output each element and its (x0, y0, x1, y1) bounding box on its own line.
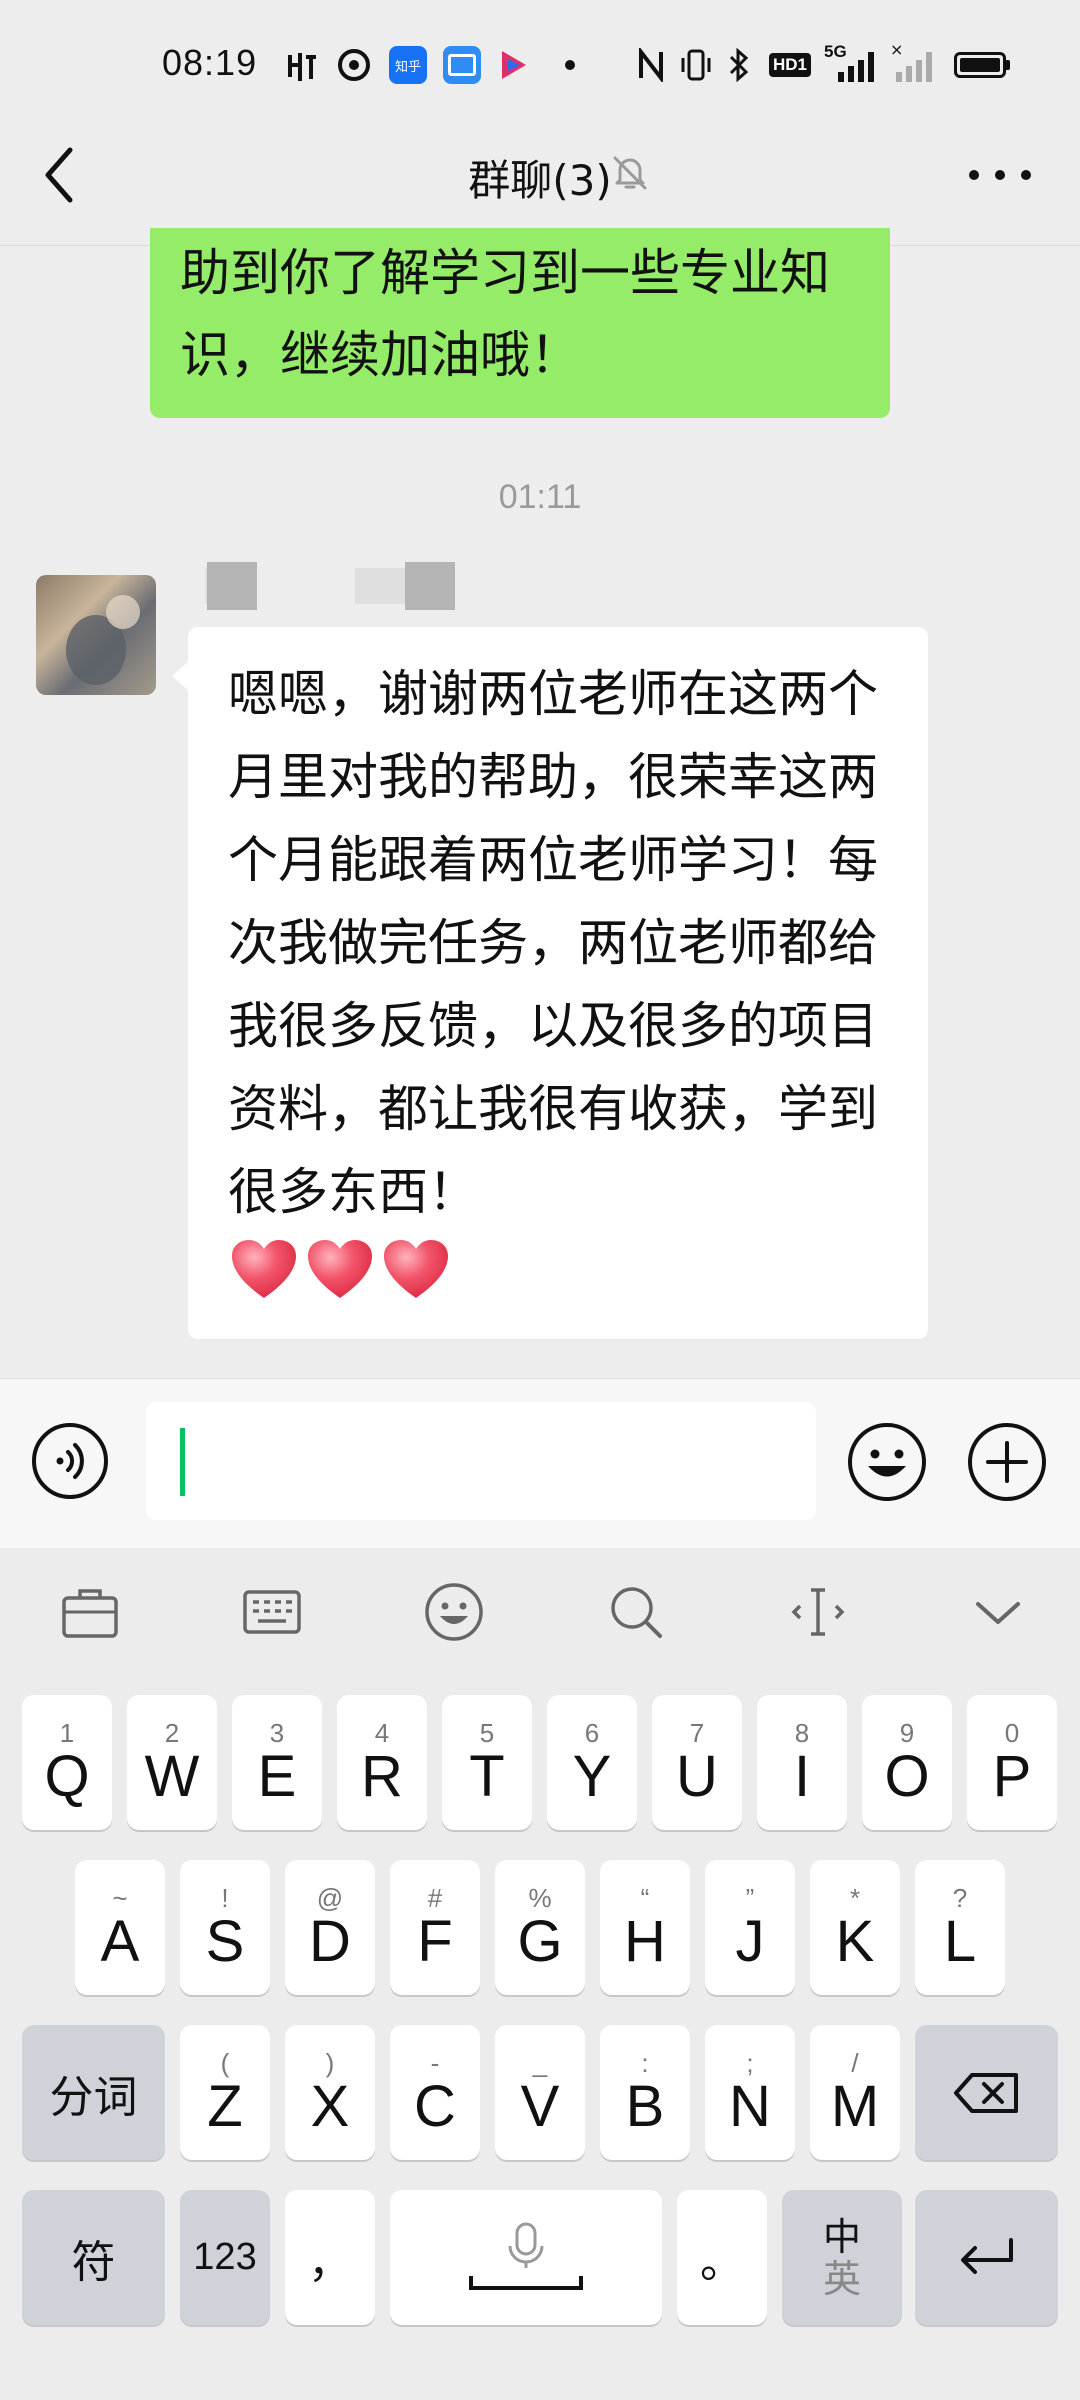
key-w[interactable]: 2W (127, 1695, 217, 1830)
symbol-key[interactable]: 符 (22, 2190, 165, 2325)
bluetooth-icon (724, 48, 754, 82)
heart-emoji-icon (308, 1240, 372, 1298)
key-s[interactable]: ! S (180, 1860, 270, 1995)
enter-icon (960, 2237, 1013, 2274)
key-u[interactable]: 7U (652, 1695, 742, 1830)
pacer-icon (282, 48, 322, 82)
zhihu-icon: 知乎 (386, 46, 430, 84)
more-functions-button[interactable] (966, 1421, 1048, 1503)
cursor-move-icon (791, 1588, 845, 1636)
toolbox-icon (62, 1589, 118, 1638)
enter-key[interactable] (915, 2190, 1058, 2325)
language-switch-key[interactable]: 中 英 (782, 2190, 902, 2325)
battery-icon (950, 48, 1014, 82)
key-m[interactable]: / M (810, 2025, 900, 2160)
backspace-key[interactable] (915, 2025, 1058, 2160)
keyboard-toolbar (0, 1548, 1080, 1678)
bell-muted-icon (608, 150, 652, 194)
key-z[interactable]: (Z (180, 2025, 270, 2160)
number-key[interactable]: 123 (180, 2190, 270, 2325)
heart-emoji-icon (232, 1240, 296, 1298)
key-p[interactable]: 0P (967, 1695, 1057, 1830)
tablet-app-icon (440, 46, 484, 84)
emoji-button[interactable] (846, 1421, 928, 1503)
hd-volte-icon: HD1 (768, 48, 812, 82)
status-time: 08:19 (162, 42, 258, 83)
key-t[interactable]: 5T (442, 1695, 532, 1830)
heart-emoji-icon (384, 1240, 448, 1298)
cursor-move-button[interactable] (786, 1580, 850, 1644)
backspace-icon (953, 2072, 1018, 2113)
key-l[interactable]: ? L (915, 1860, 1005, 1995)
key-b[interactable]: :B (600, 2025, 690, 2160)
microphone-space-icon (469, 2222, 583, 2290)
key-h[interactable]: “H (600, 1860, 690, 1995)
key-r[interactable]: 4R (337, 1695, 427, 1830)
nfc-icon (636, 48, 666, 82)
voice-input-button[interactable] (30, 1421, 110, 1501)
bubble-tail (172, 662, 188, 690)
key-y[interactable]: 6Y (547, 1695, 637, 1830)
dot-icon (560, 48, 580, 82)
search-icon (611, 1587, 662, 1638)
heart-emoji-row (228, 1236, 892, 1302)
vibrate-icon (678, 48, 714, 82)
sender-name-redacted (205, 560, 465, 612)
netease-icon (334, 48, 374, 82)
voice-icon (32, 1423, 108, 1499)
more-dots-icon (969, 170, 1031, 180)
segment-key[interactable]: 分词 (22, 2025, 165, 2160)
smiley-icon (848, 1423, 926, 1501)
key-o[interactable]: 9O (862, 1695, 952, 1830)
key-e[interactable]: 3E (232, 1695, 322, 1830)
key-v[interactable]: _ V (495, 2025, 585, 2160)
zhihu-label: 知乎 (389, 46, 427, 84)
key-k[interactable]: * K (810, 1860, 900, 1995)
kb-search-button[interactable] (604, 1580, 668, 1644)
outgoing-message-bubble[interactable]: 助到你了解学习到一些专业知识，继续加油哦！ (150, 228, 890, 418)
network-type: 5G (824, 42, 847, 61)
plus-circle-icon (968, 1423, 1046, 1501)
emoji-icon (425, 1583, 483, 1641)
keyboard-icon (243, 1590, 301, 1634)
key-q[interactable]: 1Q (22, 1695, 112, 1830)
kb-emoji-button[interactable] (422, 1580, 486, 1644)
chat-title: 群聊(3) (468, 156, 612, 205)
incoming-message-text: 嗯嗯，谢谢两位老师在这两个月里对我的帮助，很荣幸这两个月能跟着两位老师学习！每次… (228, 665, 878, 1221)
more-options-button[interactable] (960, 145, 1040, 205)
sender-avatar[interactable] (36, 575, 156, 695)
key-d[interactable]: @ D (285, 1860, 375, 1995)
key-n[interactable]: ; N (705, 2025, 795, 2160)
signal-secondary-icon: × (890, 40, 934, 82)
keyboard-switch-button[interactable] (240, 1580, 304, 1644)
key-i[interactable]: 8I (757, 1695, 847, 1830)
message-input[interactable] (146, 1402, 816, 1520)
chevron-down-icon (976, 1602, 1020, 1624)
message-timestamp: 01:11 (498, 478, 582, 516)
key-j[interactable]: ” J (705, 1860, 795, 1995)
comma-key[interactable]: ， (285, 2190, 375, 2325)
key-x[interactable]: ) X (285, 2025, 375, 2160)
toolbox-button[interactable] (58, 1580, 122, 1644)
key-f[interactable]: # F (390, 1860, 480, 1995)
outgoing-message-text: 助到你了解学习到一些专业知识，继续加油哦！ (180, 244, 830, 384)
incoming-message-bubble[interactable]: 嗯嗯，谢谢两位老师在这两个月里对我的帮助，很荣幸这两个月能跟着两位老师学习！每次… (188, 627, 928, 1339)
period-key[interactable]: 。 (677, 2190, 767, 2325)
text-cursor (180, 1428, 185, 1496)
video-app-icon (492, 48, 536, 82)
collapse-keyboard-button[interactable] (966, 1580, 1030, 1644)
signal-5g-icon: 5G (824, 42, 880, 82)
key-a[interactable]: ~ A (75, 1860, 165, 1995)
key-c[interactable]: -C (390, 2025, 480, 2160)
key-g[interactable]: % G (495, 1860, 585, 1995)
space-key[interactable] (390, 2190, 662, 2325)
